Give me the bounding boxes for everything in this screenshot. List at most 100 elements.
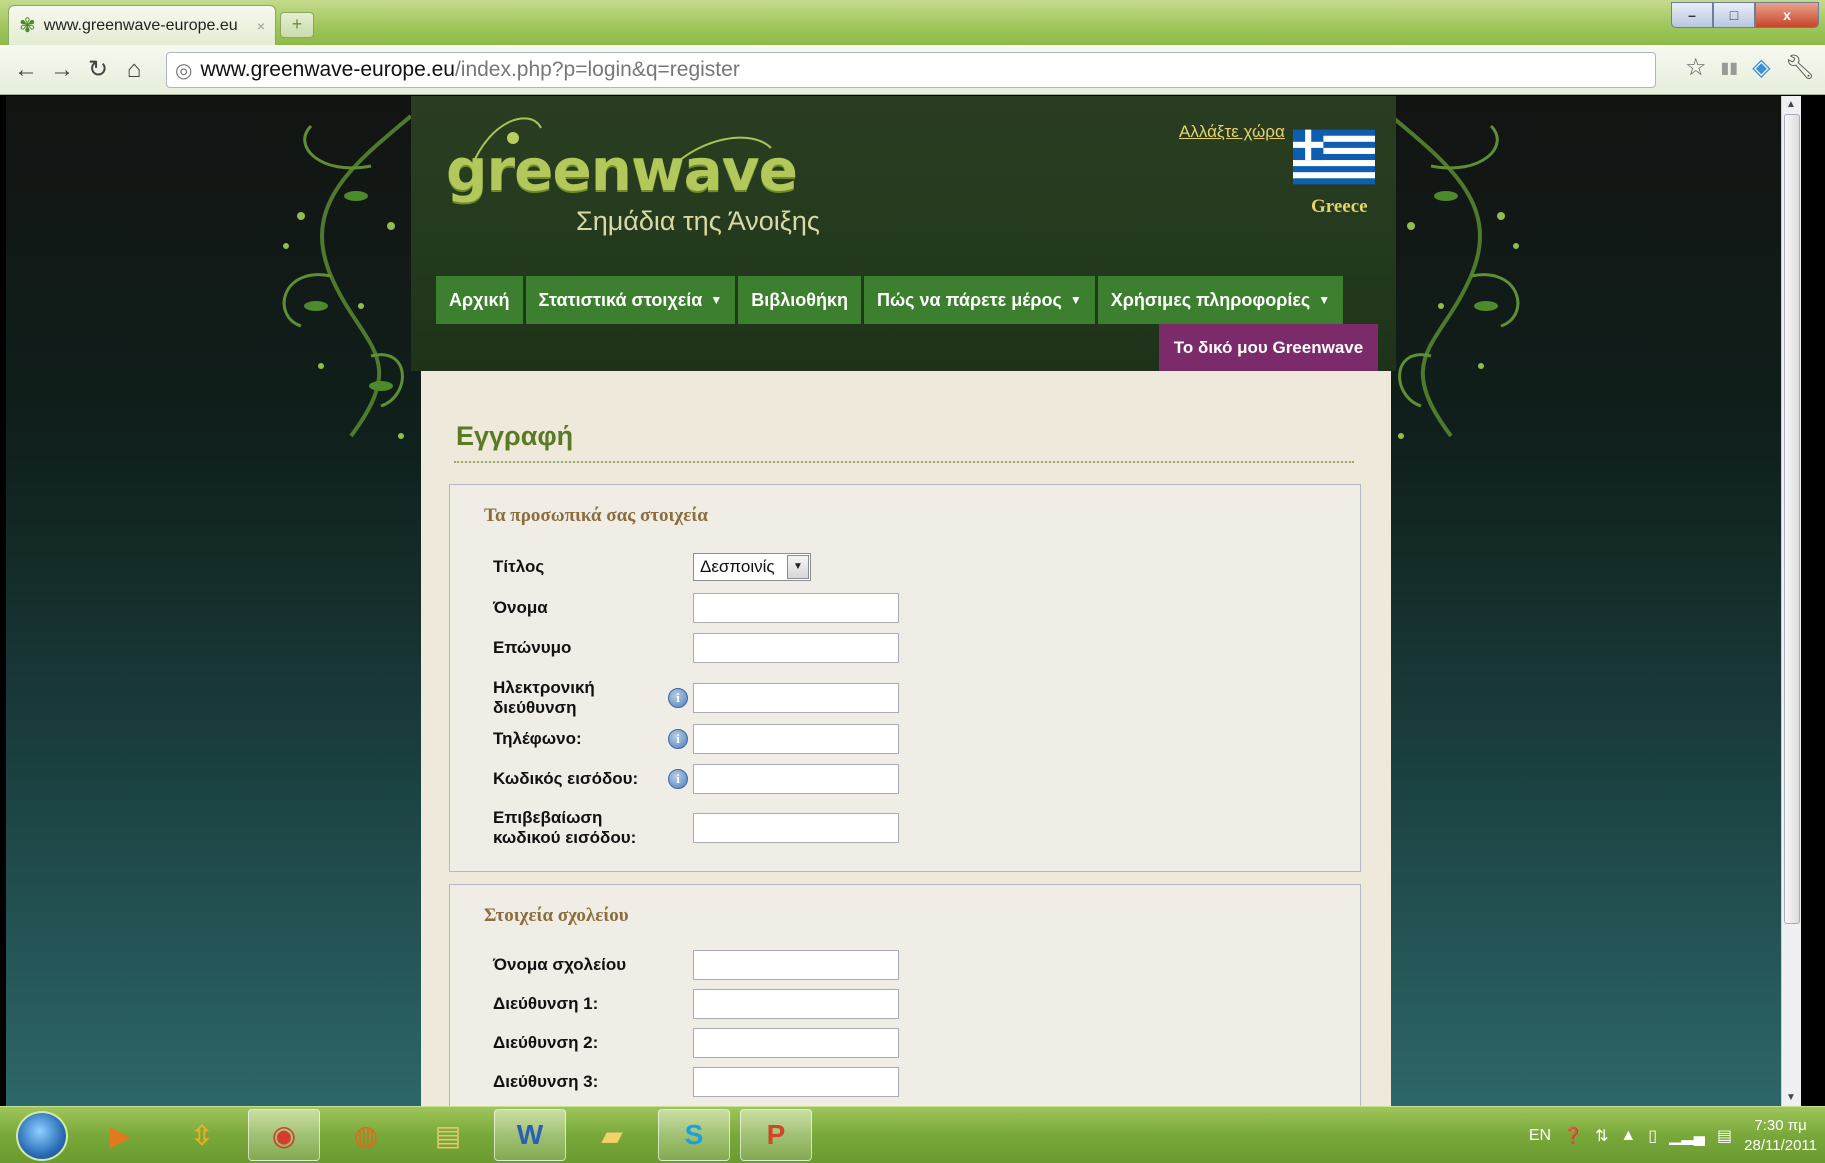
school-name-row: Όνομα σχολείου [493,950,899,980]
nav-statistics[interactable]: Στατιστικά στοιχεία ▼ [525,276,736,324]
browser-tab[interactable]: ✾ www.greenwave-europe.eu × [8,5,276,45]
bookmark-star-icon[interactable]: ☆ [1685,53,1707,82]
caret-down-icon: ▼ [1318,293,1331,307]
nav-useful-info[interactable]: Χρήσιμες πληροφορίες ▼ [1097,276,1344,324]
page-scrollbar[interactable]: ▲ ▼ [1781,96,1801,1106]
window-controls: – □ x [1671,2,1819,28]
extension-icon[interactable]: ◈ [1752,53,1770,82]
chrome-icon[interactable]: ◉ [248,1109,320,1161]
scroll-up-icon[interactable]: ▲ [1786,99,1796,110]
nav-library[interactable]: Βιβλιοθήκη [738,276,861,324]
signal-extension-icon[interactable]: ▮▮ [1720,58,1738,78]
page-viewport: greenwave Σημάδια της Άνοιξης Αλλάξτε χώ… [6,96,1801,1106]
system-tray: EN ❓ ⇅ ▲ ▯ ▁▂▄ ▤ 7:30 πμ 28/11/2011 [1529,1113,1817,1159]
title-row: Τίτλος Δεσποινίς ▼ [493,553,811,581]
country-name: Greece [1311,196,1368,217]
content-panel: Εγγραφή Τα προσωπικά σας στοιχεία Τίτλος… [421,371,1391,1106]
my-greenwave-button[interactable]: Το δικό μου Greenwave [1159,324,1378,371]
network-icon[interactable]: ⇅ [1595,1126,1608,1146]
greenwave-logo[interactable]: greenwave [446,136,798,204]
personal-details-legend: Τα προσωπικά σας στοιχεία [484,505,708,526]
clock-date: 28/11/2011 [1744,1137,1817,1154]
caret-down-icon: ▼ [1069,293,1082,307]
phone-info-icon[interactable]: i [668,729,688,749]
media-player-icon[interactable]: ▶ [84,1109,156,1161]
battery-icon[interactable]: ▯ [1648,1126,1657,1146]
address-bar[interactable]: ◎ www.greenwave-europe.eu/index.php?p=lo… [166,52,1656,88]
change-country-link[interactable]: Αλλάξτε χώρα [1179,122,1285,142]
phone-input[interactable] [693,724,899,754]
email-input[interactable] [693,683,899,713]
school-details-fieldset: Στοιχεία σχολείου Όνομα σχολείου Διεύθυν… [449,884,1361,1106]
phone-label: Τηλέφωνο: [493,729,582,748]
scroll-thumb[interactable] [1784,114,1800,924]
password-info-icon[interactable]: i [668,769,688,789]
language-indicator[interactable]: EN [1529,1127,1551,1145]
help-icon[interactable]: ❓ [1563,1126,1583,1146]
back-arrow-icon[interactable]: ← [8,56,44,84]
school-name-input[interactable] [693,950,899,980]
address3-input[interactable] [693,1067,899,1097]
powerpoint-icon[interactable]: P [740,1109,812,1161]
action-center-icon[interactable]: ▤ [1717,1126,1732,1146]
scroll-down-icon[interactable]: ▼ [1786,1092,1796,1103]
maximize-button[interactable]: □ [1713,2,1755,28]
dropdown-arrow-icon[interactable]: ▼ [787,555,809,579]
greece-flag-icon[interactable] [1293,124,1375,190]
address3-label: Διεύθυνση 3: [493,1072,599,1091]
firefox-icon[interactable]: ◍ [330,1109,402,1161]
sticky-notes-icon[interactable]: ▰ [576,1109,648,1161]
tagline: Σημάδια της Άνοιξης [576,206,820,236]
name-label: Όνομα [493,598,548,617]
page-info-icon[interactable]: ◎ [175,58,192,83]
clock[interactable]: 7:30 πμ 28/11/2011 [1744,1116,1817,1156]
wrench-menu-icon[interactable]: 🔧︎ [1785,53,1815,82]
school-name-label: Όνομα σχολείου [493,955,627,974]
nav-home[interactable]: Αρχική [436,276,523,324]
caret-down-icon: ▼ [710,293,723,307]
windows-taskbar: ▶ ⇳ ◉ ◍ ▤ W ▰ S P EN ❓ ⇅ ▲ ▯ ▁▂▄ ▤ 7:30 … [0,1106,1825,1163]
show-hidden-icons[interactable]: ▲ [1620,1127,1636,1145]
home-icon[interactable]: ⌂ [116,56,152,84]
signal-icon[interactable]: ▁▂▄ [1669,1126,1705,1146]
app-icon[interactable]: ⇳ [166,1109,238,1161]
close-window-button[interactable]: x [1755,2,1819,28]
address1-input[interactable] [693,989,899,1019]
title-label: Τίτλος [493,557,545,576]
minimize-button[interactable]: – [1671,2,1713,28]
address1-label: Διεύθυνση 1: [493,994,599,1013]
nav-label: Χρήσιμες πληροφορίες [1110,289,1311,310]
new-tab-button[interactable]: + [280,12,314,38]
tab-close-icon[interactable]: × [257,18,265,34]
start-button[interactable] [16,1111,68,1161]
decorative-vine-right [1389,114,1520,439]
surname-label: Επώνυμο [493,638,572,657]
password-row: Κωδικός εισόδου: i [493,764,899,794]
personal-details-fieldset: Τα προσωπικά σας στοιχεία Τίτλος Δεσποιν… [449,484,1361,872]
name-row: Όνομα [493,593,899,623]
skype-icon[interactable]: S [658,1109,730,1161]
confirm-password-label: Επιβεβαίωση κωδικού εισόδου: [493,808,637,847]
title-select-value: Δεσποινίς [700,557,775,576]
password-input[interactable] [693,764,899,794]
surname-input[interactable] [693,633,899,663]
title-select[interactable]: Δεσποινίς ▼ [693,553,811,581]
phone-row: Τηλέφωνο: i [493,724,899,754]
name-input[interactable] [693,593,899,623]
nav-how-to-participate[interactable]: Πώς να πάρετε μέρος ▼ [863,276,1095,324]
address2-input[interactable] [693,1028,899,1058]
school-details-legend: Στοιχεία σχολείου [484,905,629,926]
browser-titlebar: ✾ www.greenwave-europe.eu × + – □ x [0,0,1825,45]
word-icon[interactable]: W [494,1109,566,1161]
url-path: /index.php?p=login&q=register [454,58,740,81]
forward-arrow-icon[interactable]: → [44,56,80,84]
file-explorer-icon[interactable]: ▤ [412,1109,484,1161]
reload-icon[interactable]: ↻ [80,55,116,84]
confirm-password-input[interactable] [693,813,899,843]
address3-row: Διεύθυνση 3: [493,1067,899,1097]
decorative-vine-left [282,114,413,439]
password-label: Κωδικός εισόδου: [493,769,639,788]
url-domain: www.greenwave-europe.eu [200,58,455,81]
browser-toolbar: ← → ↻ ⌂ ◎ www.greenwave-europe.eu/index.… [0,45,1825,95]
email-info-icon[interactable]: i [668,688,688,708]
